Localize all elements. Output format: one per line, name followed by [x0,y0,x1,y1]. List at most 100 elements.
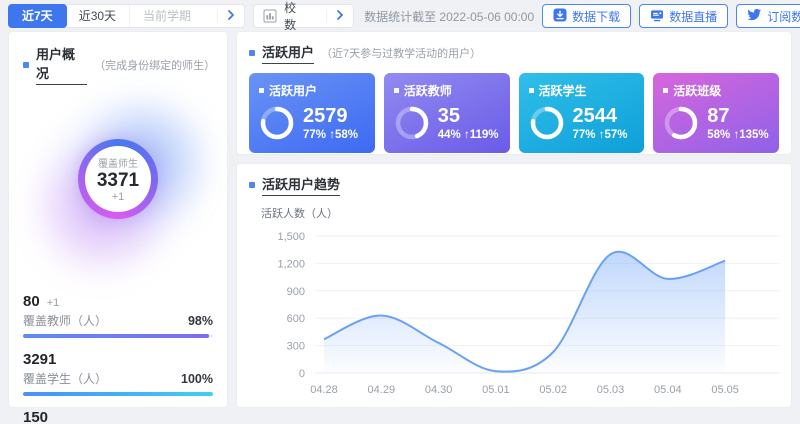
active-users-panel: 活跃用户 （近7天参与过教学活动的用户） 活跃用户 2579 77% ↑58% … [236,31,792,155]
svg-text:05.04: 05.04 [654,384,682,396]
card-value: 35 [438,105,499,127]
svg-text:300: 300 [287,341,305,353]
card-title: 活跃学生 [539,82,587,99]
panel-title: 活跃用户 [262,42,314,64]
gauge-label: 覆盖师生 [98,155,138,170]
active-card: 活跃用户 2579 77% ↑58% [249,73,375,153]
chevron-right-icon [227,9,235,24]
stat-percent: 100% [181,372,213,386]
bird-icon [747,8,762,24]
card-rate: 77% [303,129,326,141]
card-delta: ↑135% [733,129,768,141]
svg-text:900: 900 [287,286,305,298]
panel-header: 活跃用户 （近7天参与过教学活动的用户） [249,42,779,64]
active-card: 活跃学生 2544 77% ↑57% [519,73,645,153]
card-value: 87 [707,105,768,127]
active-users-trend-panel: 活跃用户趋势 活跃人数（人） 0 300 600 900 1,200 1,500 04.28… [236,163,792,408]
card-value: 2579 [303,105,358,127]
svg-text:05.03: 05.03 [597,384,625,396]
svg-text:05.01: 05.01 [482,384,510,396]
card-delta: ↑57% [599,129,628,141]
data-updated-text: 数据统计截至 2022-05-06 00:00 [364,8,534,25]
topbar: 近7天 近30天 当前学期 全校数据 数据统计截至 2022-05-06 00:… [0,0,800,31]
svg-text:0: 0 [299,368,305,380]
card-delta: ↑119% [464,129,499,141]
stat-value: 80 [23,293,40,310]
panel-subtitle: （完成身份绑定的师生） [94,57,213,73]
active-cards-row: 活跃用户 2579 77% ↑58% 活跃教师 35 [249,73,779,153]
stat-row: 3291 覆盖学生（人） 100% [23,351,213,396]
card-bullet-icon [529,88,534,93]
button-label: 数据下载 [572,8,620,25]
range-expand-button[interactable] [217,9,244,23]
svg-text:1,500: 1,500 [277,231,305,243]
data-live-button[interactable]: 数据直播 [639,4,728,28]
card-delta: ↑58% [329,129,358,141]
coverage-gauge: 覆盖师生 3371 +1 [23,87,213,285]
panel-title: 活跃用户趋势 [262,174,340,196]
card-bullet-icon [663,88,668,93]
trend-area-chart: 03006009001,2001,50004.2804.2904.3005.01… [249,221,779,401]
scope-selector[interactable]: 全校数据 [253,4,354,28]
live-icon [650,8,664,25]
card-value: 2544 [573,105,628,127]
section-bullet-icon [249,182,255,188]
chart-y-axis-title: 活跃人数（人） [261,205,779,221]
gauge-value: 3371 [97,170,139,192]
tab-last-7-days[interactable]: 近7天 [8,4,67,28]
panel-header: 用户概况 （完成身份绑定的师生） [23,44,213,85]
svg-text:04.30: 04.30 [425,384,453,396]
progress-bar [23,334,213,338]
bar-chart-icon [263,9,277,23]
section-bullet-icon [249,50,255,56]
subscribe-monthly-report-button[interactable]: 订阅数据月报 [736,4,800,28]
svg-text:05.02: 05.02 [539,384,567,396]
svg-text:05.05: 05.05 [711,384,739,396]
stat-label: 覆盖学生（人） [23,370,107,387]
stat-label: 覆盖教师（人） [23,312,107,329]
stat-row: 150 覆盖教学班（个） 94% [23,409,213,424]
panel-title: 用户概况 [36,44,87,85]
user-overview-panel: 用户概况 （完成身份绑定的师生） 覆盖师生 3371 +1 80 +1 [8,31,228,408]
active-card: 活跃教师 35 44% ↑119% [384,73,510,153]
chevron-right-icon [336,9,344,24]
gauge-center: 覆盖师生 3371 +1 [85,146,151,212]
card-bullet-icon [394,88,399,93]
card-ring [663,105,699,141]
stat-bar-fill [23,392,213,396]
panel-subtitle: （近7天参与过教学活动的用户） [321,45,481,61]
scope-expand-button[interactable] [326,9,353,23]
section-bullet-icon [23,62,29,68]
card-ring [259,105,295,141]
tab-current-semester[interactable]: 当前学期 [129,5,217,27]
stat-row: 80 +1 覆盖教师（人） 98% [23,293,213,338]
stat-delta: +1 [47,297,60,309]
coverage-stats: 80 +1 覆盖教师（人） 98% 3291 覆盖学生（人） 100% [23,293,213,424]
card-ring [529,105,565,141]
gauge-delta: +1 [112,191,125,203]
tab-last-30-days[interactable]: 近30天 [66,5,129,27]
dashboard-main: 用户概况 （完成身份绑定的师生） 覆盖师生 3371 +1 80 +1 [0,31,800,416]
data-download-button[interactable]: 数据下载 [542,4,631,28]
gauge-ring: 覆盖师生 3371 +1 [78,139,158,219]
progress-bar [23,392,213,396]
svg-text:600: 600 [287,313,305,325]
card-rate: 58% [707,129,730,141]
topbar-actions: 数据下载 数据直播 订阅数据月报 [542,4,800,28]
stat-value: 150 [23,409,48,424]
svg-text:1,200: 1,200 [277,258,305,270]
stat-bar-fill [23,334,209,338]
card-title: 活跃教师 [404,82,452,99]
card-rate: 77% [573,129,596,141]
card-rate: 44% [438,129,461,141]
svg-text:04.28: 04.28 [310,384,338,396]
panel-header: 活跃用户趋势 [249,174,779,196]
button-label: 数据直播 [669,8,717,25]
active-card: 活跃班级 87 58% ↑135% [653,73,779,153]
card-title: 活跃用户 [269,82,317,99]
right-column: 活跃用户 （近7天参与过教学活动的用户） 活跃用户 2579 77% ↑58% … [236,31,792,408]
stat-percent: 98% [188,314,213,328]
button-label: 订阅数据月报 [767,8,800,25]
card-bullet-icon [259,88,264,93]
download-icon [553,8,567,25]
